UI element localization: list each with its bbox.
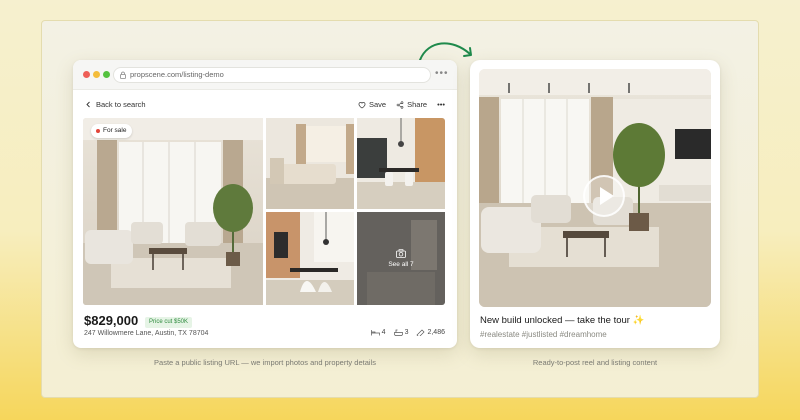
chevron-left-icon (86, 101, 90, 108)
back-to-search-link[interactable]: Back to search (85, 100, 146, 109)
share-label: Share (407, 100, 428, 109)
more-options-icon[interactable]: ••• (437, 100, 445, 109)
sqft-value: 2,486 (427, 329, 445, 336)
bath-icon (393, 329, 403, 336)
listing-price: $829,000 (84, 313, 139, 328)
browser-toolbar: propscene.com/listing-demo ••• (73, 60, 457, 90)
maximize-window-dot[interactable] (103, 71, 110, 78)
reel-card: New build unlocked — take the tour ✨ #re… (470, 60, 720, 348)
import-caption: Paste a public listing URL — we import p… (154, 358, 376, 367)
share-icon (396, 100, 404, 109)
listing-actions: Save Share ••• (358, 100, 445, 109)
for-sale-badge: For sale (91, 124, 133, 138)
address-bar[interactable]: propscene.com/listing-demo (113, 67, 431, 83)
sparkles-icon: ✨ (632, 315, 645, 326)
main-living-room-photo[interactable] (83, 118, 263, 305)
reel-hashtags: #realestate #justlisted #dreamhome (480, 330, 607, 339)
heart-icon (358, 101, 366, 108)
play-icon[interactable] (583, 175, 625, 217)
dining-room-photo[interactable] (357, 118, 445, 209)
back-label: Back to search (96, 100, 146, 109)
see-all-overlay[interactable]: See all 7 (357, 212, 445, 305)
sqft-stat: 2,486 (416, 329, 445, 336)
reel-video-thumbnail[interactable] (479, 69, 711, 307)
bed-icon (370, 330, 380, 336)
beds-count: 4 (381, 329, 386, 336)
reel-caption: Ready-to-post reel and listing content (532, 358, 658, 367)
url-text: propscene.com/listing-demo (130, 70, 224, 79)
lock-icon (120, 71, 126, 79)
baths-stat: 3 (393, 329, 409, 336)
property-stats: 4 3 2,486 (370, 329, 445, 336)
reel-title-text: New build unlocked — take the tour (480, 315, 630, 326)
see-all-label: See all 7 (388, 261, 414, 268)
share-button[interactable]: Share (396, 100, 427, 109)
listing-address: 247 Willowmere Lane, Austin, TX 78704 (84, 330, 209, 337)
baths-count: 3 (404, 329, 409, 336)
minimize-window-dot[interactable] (93, 71, 100, 78)
browser-window: propscene.com/listing-demo ••• Back to s… (73, 60, 457, 348)
save-button[interactable]: Save (358, 100, 386, 109)
beds-stat: 4 (370, 329, 386, 336)
bedroom-photo[interactable] (266, 118, 354, 209)
more-horizontal-icon[interactable]: ••• (435, 68, 449, 79)
save-label: Save (368, 100, 387, 109)
price-cut-badge: Price cut $50K (145, 317, 193, 328)
close-window-dot[interactable] (83, 71, 90, 78)
camera-icon (396, 249, 406, 258)
ruler-icon (416, 329, 425, 336)
reel-title: New build unlocked — take the tour ✨ (480, 315, 644, 326)
kitchen-photo[interactable] (266, 212, 354, 305)
